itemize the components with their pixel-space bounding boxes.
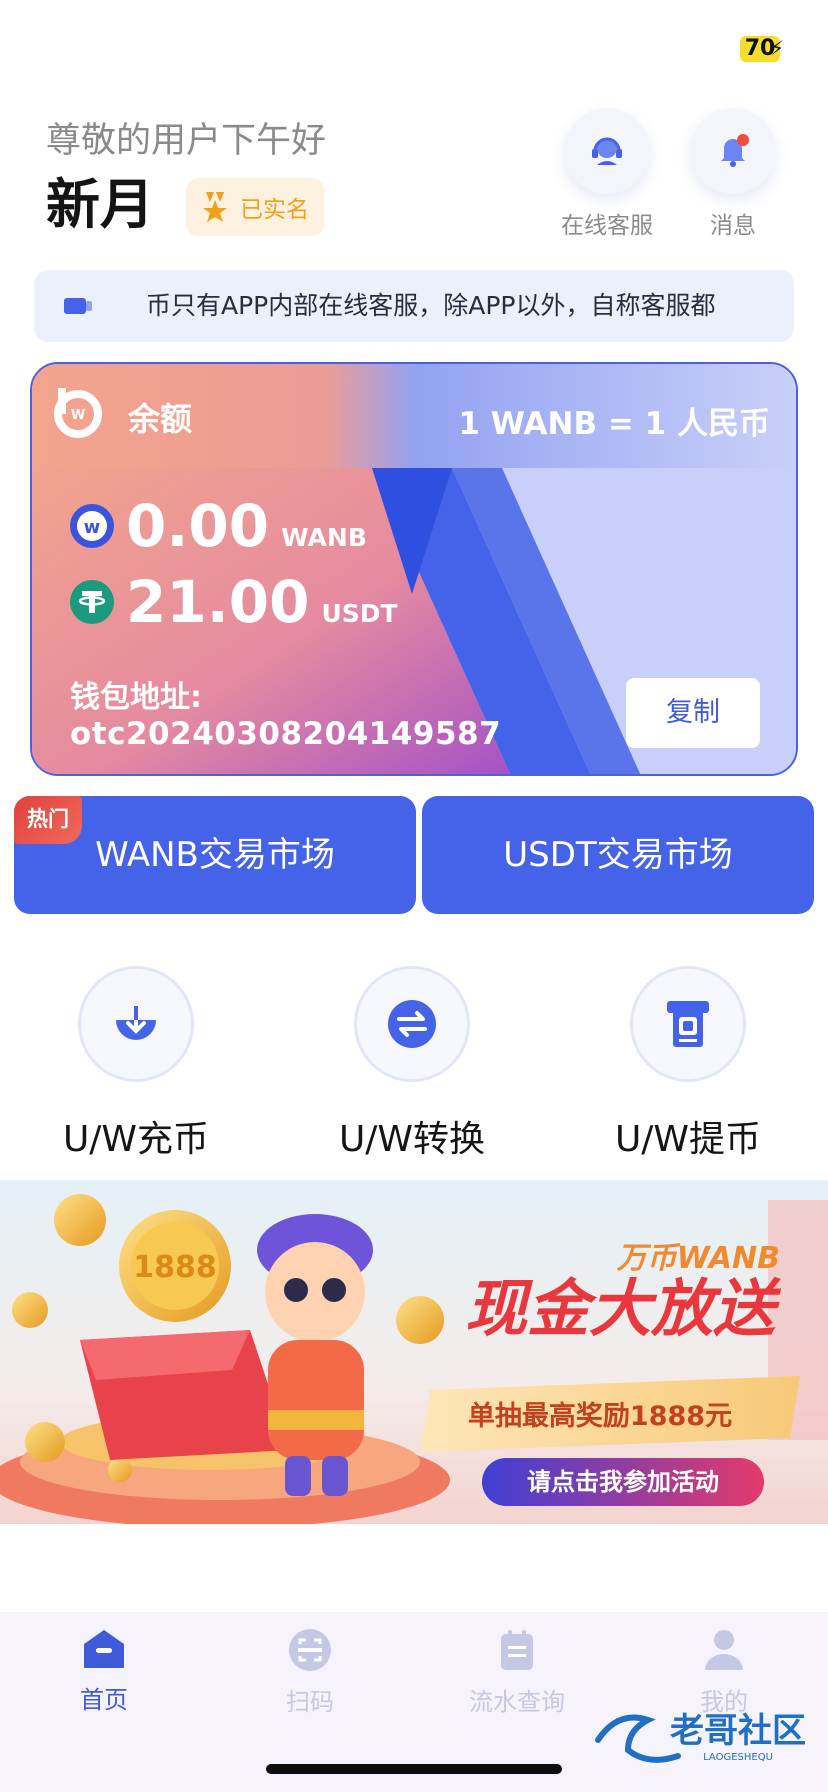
wanb-coin-icon: w xyxy=(70,504,114,548)
verified-label: 已实名 xyxy=(240,197,309,223)
tab-home[interactable]: 首页 xyxy=(44,1628,164,1715)
usdt-coin-icon xyxy=(70,580,114,624)
withdraw-icon xyxy=(667,1001,709,1047)
records-icon xyxy=(501,1630,533,1670)
banner-subline: 单抽最高奖励1888元 xyxy=(468,1400,732,1432)
customer-service-button[interactable] xyxy=(564,108,650,194)
wallet-address-label: 钱包地址: xyxy=(70,680,202,715)
withdraw-label: U/W提币 xyxy=(614,1119,762,1160)
announcement-text: 币只有APP内部在线客服，除APP以外，自称客服都 xyxy=(146,291,716,320)
deposit-icon xyxy=(116,1006,156,1040)
announcement-fade xyxy=(124,270,146,342)
tab-scan[interactable]: 扫码 xyxy=(250,1628,370,1717)
hot-badge: 热门 xyxy=(14,796,82,844)
tab-home-label: 首页 xyxy=(80,1686,128,1714)
exchange-label: U/W转换 xyxy=(338,1119,486,1160)
exchange-button[interactable] xyxy=(354,966,470,1082)
charging-icon: ⚡ xyxy=(770,36,785,60)
home-icon xyxy=(84,1630,124,1668)
usdt-amount: 21.00 xyxy=(126,568,310,636)
deposit-label: U/W充币 xyxy=(62,1119,210,1160)
medal-icon xyxy=(203,192,227,222)
balance-title: 余额 xyxy=(128,400,193,438)
svg-text:LAOGESHEQU: LAOGESHEQU xyxy=(703,1752,773,1763)
bell-icon xyxy=(721,134,749,167)
svg-text:老哥社区: 老哥社区 xyxy=(670,1711,806,1751)
message-label: 消息 xyxy=(710,213,756,239)
scan-icon xyxy=(289,1629,331,1671)
usdt-market-button[interactable]: USDT交易市场 xyxy=(422,796,814,914)
profile-icon xyxy=(705,1630,743,1670)
exchange-icon xyxy=(388,1000,436,1048)
banner-brand: 万币WANB xyxy=(616,1241,780,1276)
speaker-icon xyxy=(64,298,92,314)
copy-address-button[interactable]: 复制 xyxy=(626,678,760,748)
svg-text:W: W xyxy=(71,408,85,423)
headset-icon xyxy=(592,137,622,165)
banner-art: 1888 万币WANB 现金大放送 单抽最高奖励1888元 请点击我参加活动 xyxy=(0,1194,828,1524)
svg-text:1888: 1888 xyxy=(133,1250,217,1285)
home-indicator xyxy=(266,1764,562,1774)
greeting-text: 尊敬的用户下午好 xyxy=(46,121,327,161)
wanb-unit: WANB xyxy=(281,523,367,552)
brand-logo-icon: W xyxy=(54,388,102,438)
svg-text:w: w xyxy=(84,517,101,538)
message-button[interactable] xyxy=(690,108,776,194)
exchange-rate: 1 WANB = 1 人民币 xyxy=(458,406,770,442)
promo-banner[interactable]: 1888 万币WANB 现金大放送 单抽最高奖励1888元 请点击我参加活动 xyxy=(0,1180,828,1524)
customer-service-label: 在线客服 xyxy=(561,213,653,239)
dragon-watermark-icon: 老哥社区 LAOGESHEQU xyxy=(595,1711,806,1763)
username: 新月 xyxy=(46,173,154,236)
tab-scan-label: 扫码 xyxy=(286,1688,334,1716)
tab-records-label: 流水查询 xyxy=(469,1688,565,1716)
usdt-balance-row: 21.00 USDT xyxy=(70,568,398,636)
balance-card: W 余额 1 WANB = 1 人民币 w 0.00 WANB 21.00 US… xyxy=(30,362,798,776)
wanb-balance-row: w 0.00 WANB xyxy=(70,492,367,560)
watermark-logo: 老哥社区 LAOGESHEQU xyxy=(588,1700,818,1770)
announcement-bar[interactable]: 币只有APP内部在线客服，除APP以外，自称客服都 xyxy=(34,270,794,342)
wanb-amount: 0.00 xyxy=(126,492,270,560)
deposit-button[interactable] xyxy=(78,966,194,1082)
banner-cta: 请点击我参加活动 xyxy=(527,1468,719,1496)
usdt-unit: USDT xyxy=(321,599,398,628)
verified-badge: 已实名 xyxy=(186,178,324,236)
tab-records[interactable]: 流水查询 xyxy=(457,1628,577,1717)
banner-headline: 现金大放送 xyxy=(465,1272,782,1345)
withdraw-button[interactable] xyxy=(630,966,746,1082)
wallet-address: otc20240308204149587 xyxy=(70,716,502,752)
